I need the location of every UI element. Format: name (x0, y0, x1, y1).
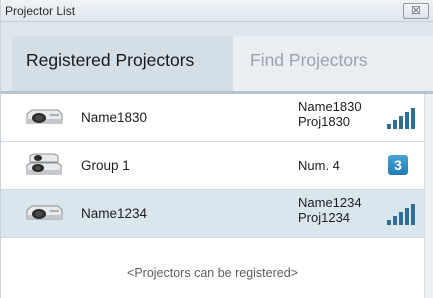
projector-info-line2: Proj1234 (298, 210, 351, 225)
scrollbar-track[interactable] (424, 94, 433, 298)
group-count-label: Num. 4 (298, 158, 340, 173)
tab-label: Registered Projectors (26, 50, 195, 70)
list-item-group[interactable]: Group 1 Num. 4 3 (1, 142, 424, 190)
list-item-projector[interactable]: Name1234 Name1234 Proj1234 (1, 190, 424, 238)
projector-list-window: Projector List ☒ Registered Projectors F… (0, 0, 433, 298)
tab-find-projectors[interactable]: Find Projectors (233, 36, 433, 91)
close-button[interactable]: ☒ (403, 3, 429, 19)
signal-icon (387, 107, 417, 129)
projector-info-line1: Name1234 (298, 195, 362, 210)
title-bar: Projector List ☒ (1, 0, 433, 22)
projector-group-icon (26, 153, 62, 175)
tab-bar: Registered Projectors Find Projectors (1, 22, 433, 91)
tab-label: Find Projectors (250, 50, 368, 70)
count-badge: 3 (388, 155, 408, 175)
window-title: Projector List (5, 4, 76, 18)
projector-icon (26, 109, 63, 124)
projector-info-line2: Proj1830 (298, 114, 351, 129)
projector-info-line1: Name1830 (298, 99, 362, 114)
list-item-projector[interactable]: Name1830 Name1830 Proj1830 (1, 94, 424, 142)
projector-list: Name1830 Name1830 Proj1830 Group 1 Num. … (1, 94, 433, 298)
group-name: Group 1 (81, 158, 130, 173)
projector-name: Name1234 (81, 206, 148, 221)
tab-registered-projectors[interactable]: Registered Projectors (12, 36, 233, 91)
empty-hint: <Projectors can be registered> (127, 266, 298, 280)
projector-name: Name1830 (81, 110, 148, 125)
projector-icon (26, 205, 63, 220)
signal-icon (387, 203, 417, 225)
